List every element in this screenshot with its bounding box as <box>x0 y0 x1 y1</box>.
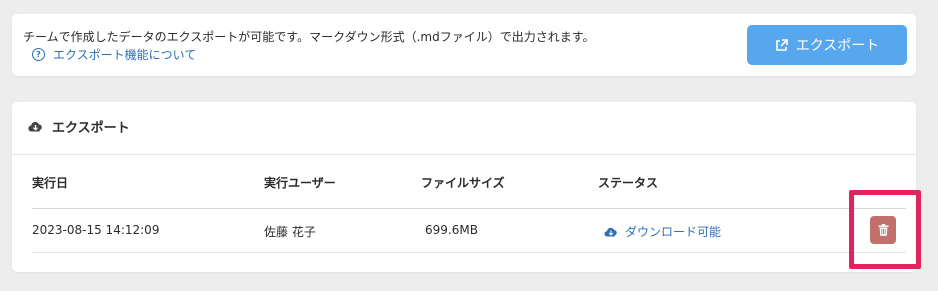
row-user: 佐藤 花子 <box>264 225 316 239</box>
help-circle-icon: ? <box>32 48 45 61</box>
column-header-user: 実行ユーザー <box>264 176 336 190</box>
cloud-download-icon <box>28 121 43 132</box>
section-title: エクスポート <box>28 117 130 136</box>
table-row-divider <box>32 252 906 253</box>
column-header-size: ファイルサイズ <box>421 176 505 190</box>
section-title-label: エクスポート <box>52 121 130 136</box>
external-link-icon <box>775 38 788 52</box>
section-header: エクスポート <box>12 102 916 155</box>
row-size: 699.6MB <box>425 223 478 237</box>
export-button-label: エクスポート <box>795 38 880 54</box>
export-help-link[interactable]: ? エクスポート機能について <box>32 46 196 63</box>
export-history-panel: エクスポート 実行日 実行ユーザー ファイルサイズ ステータス 2023-08-… <box>12 102 916 272</box>
column-header-date: 実行日 <box>32 176 69 190</box>
download-link-label: ダウンロード可能 <box>625 225 722 239</box>
trash-icon <box>878 224 889 236</box>
delete-button[interactable] <box>870 216 896 244</box>
export-button[interactable]: エクスポート <box>747 25 907 65</box>
table-header-divider <box>32 208 906 209</box>
export-description: チームで作成したデータのエクスポートが可能です。マークダウン形式（.mdファイル… <box>23 30 595 44</box>
export-help-link-label: エクスポート機能について <box>53 48 197 62</box>
download-link[interactable]: ダウンロード可能 <box>604 223 721 240</box>
row-date: 2023-08-15 14:12:09 <box>32 223 160 237</box>
cloud-download-icon <box>604 227 618 237</box>
export-info-panel: チームで作成したデータのエクスポートが可能です。マークダウン形式（.mdファイル… <box>12 14 916 76</box>
column-header-status: ステータス <box>598 176 659 190</box>
